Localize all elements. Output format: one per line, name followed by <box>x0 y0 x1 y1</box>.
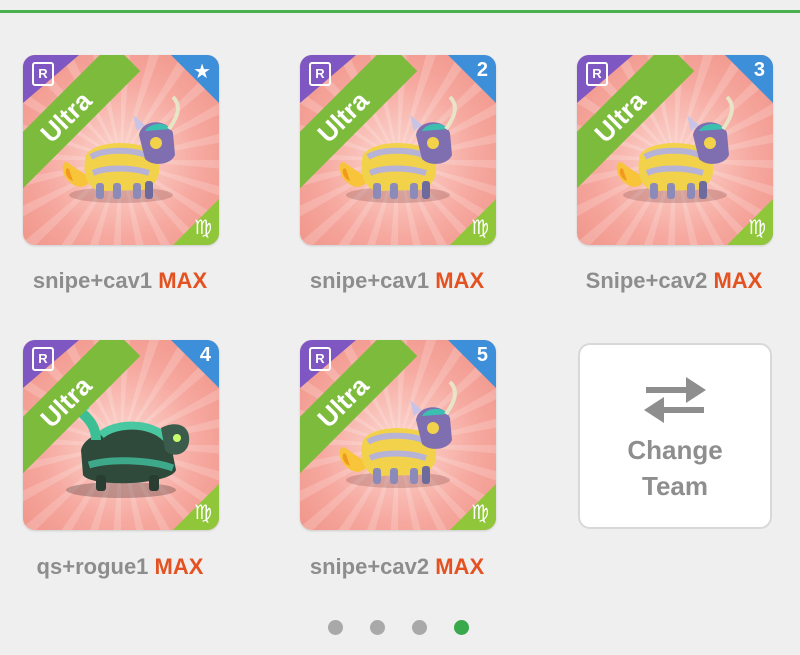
level-max-label: MAX <box>435 554 485 579</box>
page-dot-4[interactable] <box>454 620 469 635</box>
team-name-text: Snipe+cav2 <box>585 268 708 293</box>
slot-number: 5 <box>476 344 488 366</box>
top-divider <box>0 0 800 13</box>
slot-number: 3 <box>753 59 765 81</box>
virgo-icon: ♍ <box>194 217 212 239</box>
change-team-label-line2: Team <box>642 471 708 501</box>
change-team-label-line1: Change <box>627 435 723 465</box>
virgo-icon: ♍ <box>748 217 766 239</box>
slot-number: 4 <box>199 344 211 366</box>
page-indicator <box>0 620 800 636</box>
rarity-icon: R <box>586 62 608 86</box>
level-max-label: MAX <box>154 554 204 579</box>
team-name-text: snipe+cav2 <box>309 554 430 579</box>
team-name-2: snipe+cav1 MAX <box>287 268 507 294</box>
team-card-1[interactable]: Ultra R ★ ♍ <box>23 55 219 245</box>
change-team-button[interactable]: Change Team <box>578 343 772 529</box>
virgo-icon: ♍ <box>194 502 212 524</box>
team-card-5[interactable]: Ultra R 5 ♍ <box>300 340 496 530</box>
team-card-4[interactable]: Ultra R 4 ♍ <box>23 340 219 530</box>
page-dot-1[interactable] <box>328 620 343 635</box>
page-dot-2[interactable] <box>370 620 385 635</box>
team-card-2[interactable]: Ultra R 2 ♍ <box>300 55 496 245</box>
team-card-3[interactable]: Ultra R 3 ♍ <box>577 55 773 245</box>
team-name-1: snipe+cav1 MAX <box>10 268 230 294</box>
virgo-icon: ♍ <box>471 502 489 524</box>
team-name-5: snipe+cav2 MAX <box>287 554 507 580</box>
team-name-text: qs+rogue1 <box>36 554 149 579</box>
team-name-text: snipe+cav1 <box>309 268 430 293</box>
level-max-label: MAX <box>435 268 485 293</box>
rarity-icon: R <box>32 347 54 371</box>
page-dot-3[interactable] <box>412 620 427 635</box>
virgo-icon: ♍ <box>471 217 489 239</box>
level-max-label: MAX <box>713 268 763 293</box>
leader-star-icon: ★ <box>193 61 211 83</box>
rarity-icon: R <box>309 62 331 86</box>
team-name-text: snipe+cav1 <box>32 268 153 293</box>
slot-number: 2 <box>476 59 488 81</box>
team-name-3: Snipe+cav2 MAX <box>564 268 784 294</box>
team-name-4: qs+rogue1 MAX <box>10 554 230 580</box>
level-max-label: MAX <box>158 268 208 293</box>
rarity-icon: R <box>32 62 54 86</box>
rarity-icon: R <box>309 347 331 371</box>
swap-arrows-icon <box>644 377 706 423</box>
